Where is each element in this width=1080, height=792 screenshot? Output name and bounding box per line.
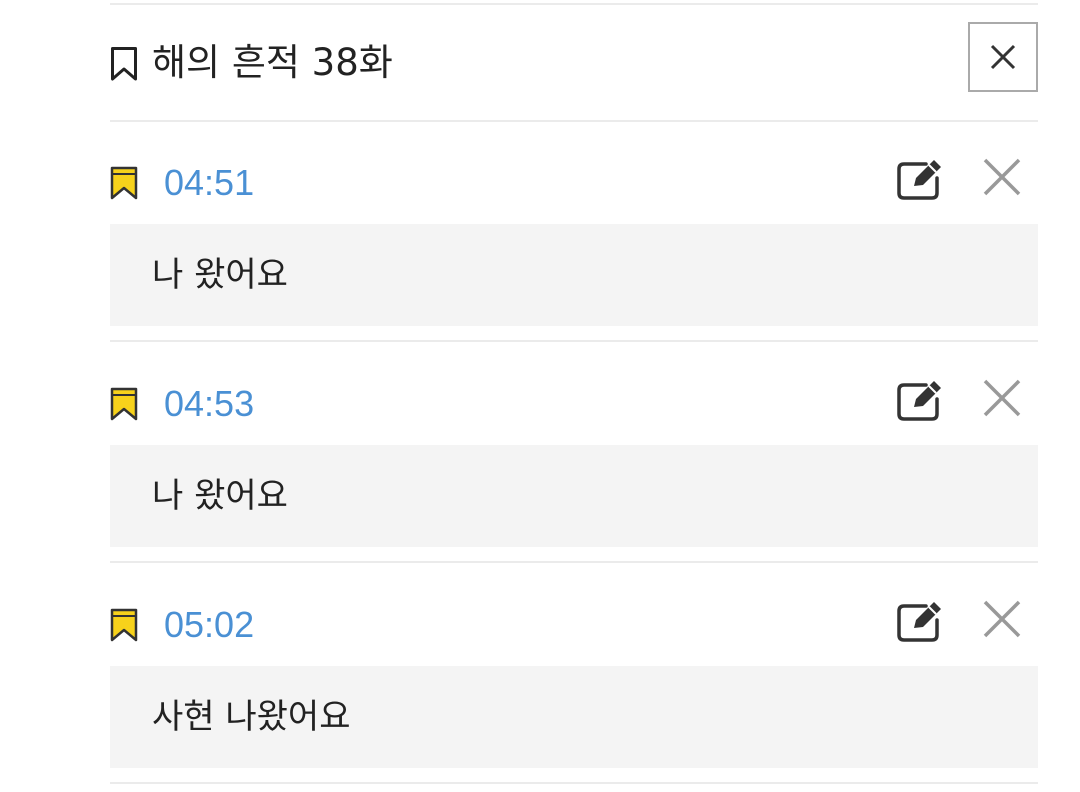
bookmark-note-text: 나 왔어요 [152, 476, 288, 516]
entry-divider [110, 340, 1038, 342]
edit-icon [897, 381, 941, 421]
bookmark-panel: 해의 흔적 38화 04:51 나 왔어요 04:53 나 왔어요 05:02 … [0, 0, 1080, 792]
entry-divider [110, 782, 1038, 784]
top-divider [110, 3, 1038, 5]
bookmark-outline-icon [110, 46, 138, 82]
bookmark-note: 사현 나왔어요 [110, 666, 1038, 768]
bookmark-filled-icon [110, 166, 138, 200]
delete-button[interactable] [982, 599, 1022, 639]
episode-title: 해의 흔적 38화 [152, 41, 393, 84]
bookmark-note-text: 나 왔어요 [152, 255, 288, 295]
bookmark-note: 나 왔어요 [110, 224, 1038, 326]
bookmark-filled-icon [110, 608, 138, 642]
close-button[interactable] [968, 22, 1038, 92]
bookmark-time[interactable]: 04:53 [164, 381, 254, 427]
delete-icon [983, 158, 1021, 196]
close-icon [990, 44, 1016, 70]
edit-button[interactable] [896, 598, 946, 644]
edit-button[interactable] [896, 156, 946, 202]
bookmark-time[interactable]: 05:02 [164, 602, 254, 648]
edit-icon [897, 602, 941, 642]
panel-header: 해의 흔적 38화 [110, 22, 1038, 94]
bookmark-entry: 04:51 나 왔어요 [110, 122, 1038, 344]
delete-button[interactable] [982, 378, 1022, 418]
bookmark-entry: 04:53 나 왔어요 [110, 343, 1038, 565]
edit-button[interactable] [896, 377, 946, 423]
entry-divider [110, 561, 1038, 563]
delete-icon [983, 379, 1021, 417]
delete-button[interactable] [982, 157, 1022, 197]
edit-icon [897, 160, 941, 200]
bookmark-time[interactable]: 04:51 [164, 160, 254, 206]
bookmark-filled-icon [110, 387, 138, 421]
bookmark-note-text: 사현 나왔어요 [152, 697, 351, 737]
bookmark-entry: 05:02 사현 나왔어요 [110, 564, 1038, 786]
bookmark-note: 나 왔어요 [110, 445, 1038, 547]
delete-icon [983, 600, 1021, 638]
